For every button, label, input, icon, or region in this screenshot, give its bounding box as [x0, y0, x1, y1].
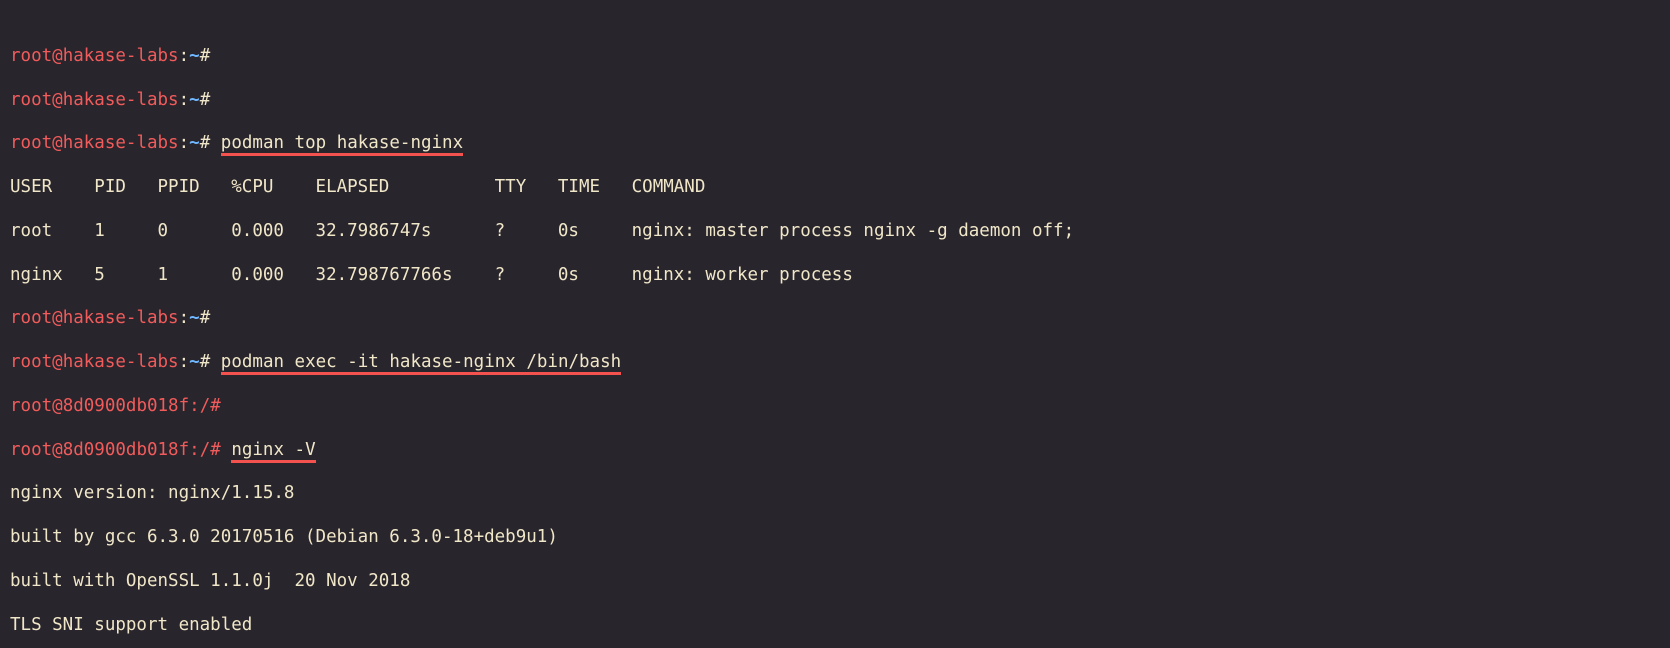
- nginx-output: nginx version: nginx/1.15.8: [10, 483, 1660, 505]
- top-header: USER PID PPID %CPU ELAPSED TTY TIME COMM…: [10, 177, 1660, 199]
- prompt-line: root@hakase-labs:~#: [10, 46, 1660, 68]
- top-row: root 1 0 0.000 32.7986747s ? 0s nginx: m…: [10, 221, 1660, 243]
- nginx-output: TLS SNI support enabled: [10, 615, 1660, 637]
- prompt-path: ~: [189, 46, 200, 66]
- prompt-hash: #: [200, 46, 211, 66]
- nginx-output: built by gcc 6.3.0 20170516 (Debian 6.3.…: [10, 527, 1660, 549]
- command-podman-exec: podman exec -it hakase-nginx /bin/bash: [221, 352, 621, 375]
- command-nginx-version: nginx -V: [231, 440, 315, 463]
- prompt-at: @: [52, 46, 63, 66]
- prompt-host: hakase-labs: [63, 46, 179, 66]
- top-row: nginx 5 1 0.000 32.798767766s ? 0s nginx…: [10, 265, 1660, 287]
- terminal-window[interactable]: root@hakase-labs:~# root@hakase-labs:~# …: [0, 0, 1670, 648]
- prompt-line: root@hakase-labs:~#: [10, 308, 1660, 330]
- prompt-colon: :: [179, 46, 190, 66]
- prompt-user: root: [10, 46, 52, 66]
- prompt-container: root@8d0900db018f:/#: [10, 396, 221, 416]
- prompt-line: root@hakase-labs:~#: [10, 90, 1660, 112]
- prompt-container-line: root@8d0900db018f:/#: [10, 396, 1660, 418]
- command-podman-top: podman top hakase-nginx: [221, 133, 463, 156]
- command-line-top: root@hakase-labs:~# podman top hakase-ng…: [10, 133, 1660, 155]
- command-line-exec: root@hakase-labs:~# podman exec -it haka…: [10, 352, 1660, 374]
- nginx-output: built with OpenSSL 1.1.0j 20 Nov 2018: [10, 571, 1660, 593]
- command-line-nginx-v: root@8d0900db018f:/# nginx -V: [10, 440, 1660, 462]
